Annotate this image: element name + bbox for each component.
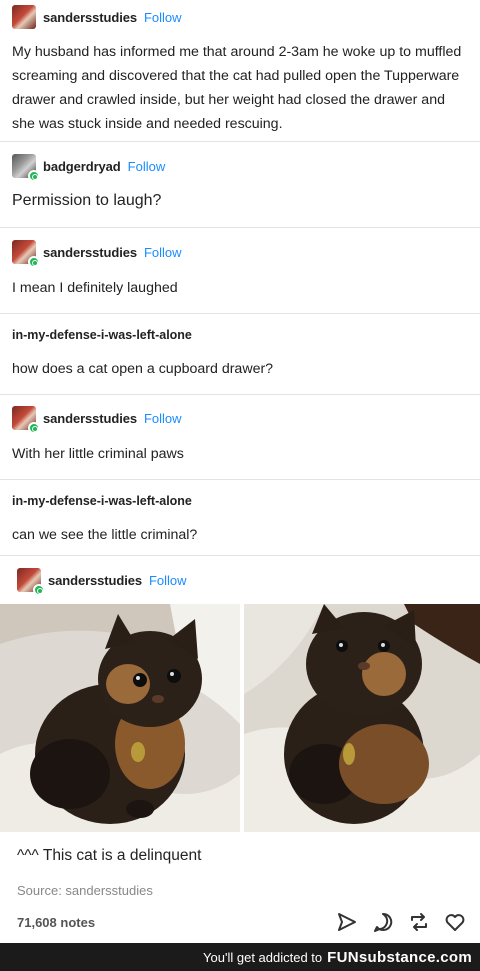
- follow-button[interactable]: Follow: [144, 10, 182, 25]
- follow-button[interactable]: Follow: [149, 573, 187, 588]
- share-icon[interactable]: [336, 911, 358, 933]
- username[interactable]: sandersstudies: [43, 10, 137, 25]
- username[interactable]: in-my-defense-i-was-left-alone: [12, 328, 192, 342]
- footer-banner: You'll get addicted to FUNsubstance.com: [0, 943, 480, 971]
- footer-text: You'll get addicted to: [203, 949, 323, 965]
- avatar[interactable]: [12, 406, 40, 434]
- post-text: With her little criminal paws: [12, 446, 184, 462]
- post-header: badgerdryad Follow: [12, 153, 166, 182]
- reply-icon[interactable]: [372, 911, 394, 933]
- avatar[interactable]: [12, 240, 40, 268]
- notes-count[interactable]: 71,608 notes: [17, 915, 95, 930]
- post-text: I mean I definitely laughed: [12, 280, 178, 296]
- divider: [0, 227, 480, 228]
- post-text: ^^^ This cat is a delinquent: [17, 847, 202, 864]
- follow-button[interactable]: Follow: [144, 411, 182, 426]
- divider: [0, 479, 480, 480]
- divider: [0, 555, 480, 556]
- post-header: sandersstudies Follow: [12, 239, 182, 268]
- cat-photo-right[interactable]: [244, 604, 480, 832]
- username[interactable]: sandersstudies: [43, 245, 137, 260]
- source-link[interactable]: Source: sandersstudies: [17, 883, 153, 898]
- username[interactable]: in-my-defense-i-was-left-alone: [12, 494, 192, 508]
- avatar[interactable]: [12, 154, 40, 182]
- footer-brand[interactable]: FUNsubstance.com: [327, 949, 472, 966]
- badge-icon: [33, 584, 45, 596]
- post-text: Permission to laugh?: [12, 192, 162, 209]
- cat-photo-left[interactable]: [0, 604, 240, 832]
- badge-icon: [28, 422, 40, 434]
- divider: [0, 313, 480, 314]
- post-text: My husband has informed me that around 2…: [12, 44, 462, 132]
- post-text: how does a cat open a cupboard drawer?: [12, 361, 274, 377]
- username[interactable]: sandersstudies: [48, 573, 142, 588]
- avatar[interactable]: [17, 568, 45, 596]
- post-header: sandersstudies Follow: [17, 567, 187, 596]
- post-actions: [336, 911, 466, 933]
- badge-icon: [28, 170, 40, 182]
- divider: [0, 141, 480, 142]
- username[interactable]: badgerdryad: [43, 159, 121, 174]
- badge-icon: [28, 256, 40, 268]
- reblog-icon[interactable]: [408, 911, 430, 933]
- username[interactable]: sandersstudies: [43, 411, 137, 426]
- like-icon[interactable]: [444, 911, 466, 933]
- post-header: sandersstudies Follow: [12, 405, 182, 434]
- post-header: sandersstudies Follow: [12, 4, 182, 30]
- follow-button[interactable]: Follow: [128, 159, 166, 174]
- avatar[interactable]: [12, 5, 36, 29]
- divider: [0, 394, 480, 395]
- post-text: can we see the little criminal?: [12, 527, 198, 543]
- follow-button[interactable]: Follow: [144, 245, 182, 260]
